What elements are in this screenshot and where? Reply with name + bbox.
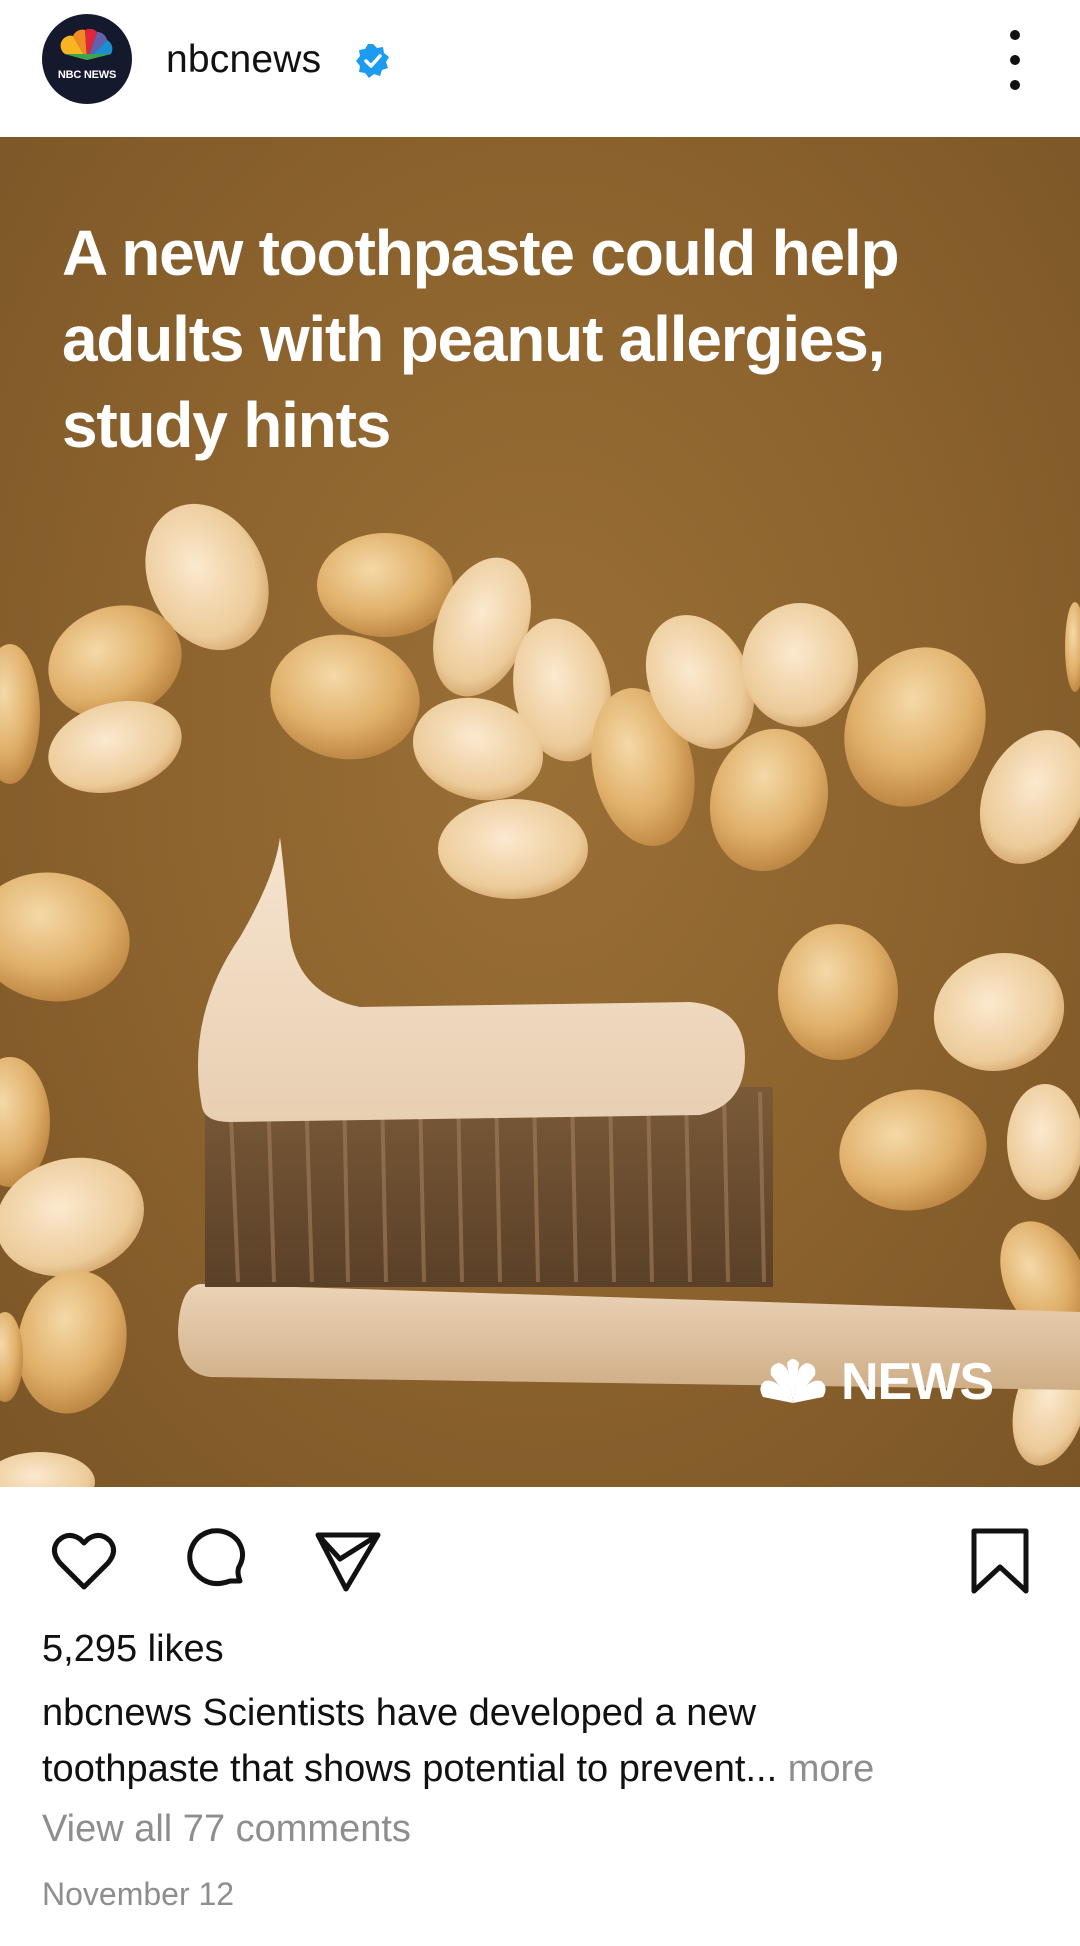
post-header: NBC NEWS nbcnews — [0, 0, 1080, 137]
view-comments-link[interactable]: View all 77 comments — [42, 1808, 411, 1851]
comment-icon[interactable] — [178, 1523, 254, 1599]
more-options-icon[interactable] — [1000, 30, 1030, 90]
verified-badge-icon — [356, 44, 389, 78]
post-caption: nbcnews Scientists have developed a new … — [42, 1685, 1042, 1797]
caption-text-line2: toothpaste that shows potential to preve… — [42, 1748, 746, 1790]
post-username[interactable]: nbcnews — [166, 38, 321, 82]
send-icon[interactable] — [310, 1523, 386, 1599]
caption-text-line1: Scientists have developed a new — [202, 1692, 757, 1734]
nbc-peacock-icon — [60, 28, 113, 60]
avatar[interactable]: NBC NEWS — [42, 14, 132, 104]
bookmark-icon[interactable] — [962, 1523, 1038, 1599]
avatar-label: NBC NEWS — [57, 69, 117, 81]
post-headline: A new toothpaste could help adults with … — [62, 217, 900, 461]
post-actions — [0, 1487, 1080, 1617]
caption-username[interactable]: nbcnews — [42, 1692, 192, 1734]
caption-more-link[interactable]: more — [788, 1748, 875, 1790]
likes-count[interactable]: 5,295 likes — [42, 1628, 224, 1671]
news-wordmark: NEWS — [841, 1353, 994, 1411]
post-date: November 12 — [42, 1876, 235, 1912]
peacock-logo-icon — [760, 1359, 826, 1403]
post-image[interactable]: A new toothpaste could help adults with … — [0, 137, 1080, 1487]
nbc-news-watermark: NEWS — [755, 1352, 994, 1412]
caption-ellipsis: ... — [745, 1748, 778, 1790]
heart-icon[interactable] — [46, 1523, 122, 1599]
